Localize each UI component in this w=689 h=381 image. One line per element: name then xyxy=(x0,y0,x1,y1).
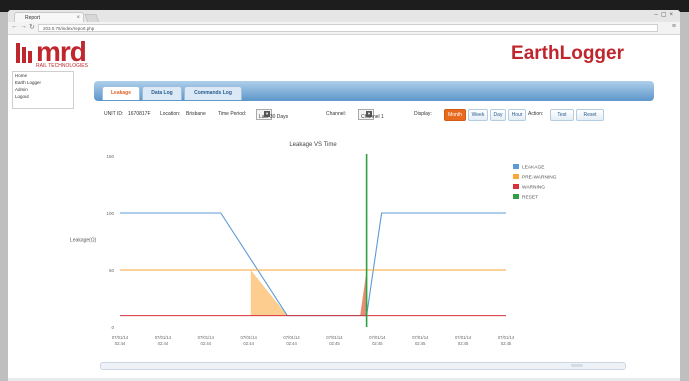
page-content: mrd RAIL TECHNOLOGIES EarthLogger Home E… xyxy=(8,35,680,381)
x-tick-label: 07/01/14 xyxy=(326,335,343,340)
chevron-down-icon: ▼ xyxy=(366,111,372,117)
x-tick-label-time: 02:45 xyxy=(372,341,383,346)
browser-tab[interactable]: Report × xyxy=(14,12,84,22)
display-month-button[interactable]: Month xyxy=(444,109,466,121)
x-tick-label-time: 02:44 xyxy=(158,341,169,346)
filter-controls: UNIT ID: 1670817F Location: Brisbane Tim… xyxy=(104,107,664,121)
legend-label: WARNING xyxy=(522,185,545,191)
chart-scrollbar[interactable] xyxy=(100,362,626,370)
y-axis-label: Leakage(Ω) xyxy=(70,238,97,244)
logo-wordmark: mrd xyxy=(36,36,87,67)
legend-swatch xyxy=(513,164,519,169)
series-line-leakage xyxy=(120,212,506,317)
x-tick-label-time: 02:45 xyxy=(415,341,426,346)
url-input[interactable]: 203.0.75/index/report.php xyxy=(38,24,658,32)
address-bar: ← → ↻ 203.0.75/index/report.php ≡ xyxy=(8,22,680,35)
back-icon[interactable]: ← xyxy=(11,23,18,30)
time-period-label: Time Period: xyxy=(218,111,247,117)
x-tick-label-time: 02:45 xyxy=(501,341,512,346)
logo-arch-icon xyxy=(16,43,32,63)
action-label: Action: xyxy=(528,111,544,117)
x-tick-label-time: 02:44 xyxy=(115,341,126,346)
legend-label: RESET xyxy=(522,195,538,201)
sidebar-item-earth-logger[interactable]: Earth Logger xyxy=(13,79,73,86)
x-tick-label: 07/01/14 xyxy=(498,335,515,340)
legend-swatch xyxy=(513,174,519,179)
reload-icon[interactable]: ↻ xyxy=(29,23,35,31)
sidebar-item-home[interactable]: Home xyxy=(13,72,73,79)
y-tick-label: 150 xyxy=(106,154,114,159)
tab-commands-log[interactable]: Commands Log xyxy=(184,86,242,100)
tab-bar: Report × –▢× xyxy=(8,10,680,23)
sidebar-item-logout[interactable]: Logout xyxy=(13,93,73,100)
tab-panel-header: Leakage Data Log Commands Log xyxy=(94,81,654,101)
test-button[interactable]: Test xyxy=(550,109,574,121)
shaded-region-pre-warning xyxy=(250,270,303,316)
unit-id-value: 1670817F xyxy=(128,111,151,117)
channel-value: Channel 1 xyxy=(361,114,384,120)
time-period-select[interactable]: Last 30 Days ▼ xyxy=(256,109,288,120)
sidebar-menu: Home Earth Logger Admin Logout xyxy=(12,71,74,109)
x-tick-label: 07/01/14 xyxy=(155,335,172,340)
display-day-button[interactable]: Day xyxy=(490,109,506,121)
location-label: Location: xyxy=(160,111,181,117)
x-tick-label-time: 02:44 xyxy=(243,341,254,346)
x-tick-label: 07/01/14 xyxy=(369,335,386,340)
display-label: Display: xyxy=(414,111,432,117)
leakage-chart: Leakage VS Time050100150Leakage(Ω)Time07… xyxy=(70,142,557,372)
channel-label: Channel: xyxy=(326,111,347,117)
channel-select[interactable]: Channel 1 ▼ xyxy=(358,109,384,120)
tab-title: Report xyxy=(25,15,41,21)
display-hour-button[interactable]: Hour xyxy=(508,109,526,121)
x-tick-label: 07/01/14 xyxy=(455,335,472,340)
legend-swatch xyxy=(513,194,519,199)
x-tick-label-time: 02:44 xyxy=(286,341,297,346)
x-tick-label-time: 02:45 xyxy=(458,341,469,346)
tab-data-log[interactable]: Data Log xyxy=(142,86,182,100)
chart-title: Leakage VS Time xyxy=(289,142,337,148)
shaded-region-warning xyxy=(302,270,367,316)
x-tick-label-time: 02:45 xyxy=(329,341,340,346)
menu-icon[interactable]: ≡ xyxy=(672,23,676,30)
x-tick-label-time: 02:44 xyxy=(201,341,212,346)
unit-id-label: UNIT ID: xyxy=(104,111,124,117)
y-tick-label: 100 xyxy=(106,211,114,216)
logo-subtitle: RAIL TECHNOLOGIES xyxy=(36,63,88,69)
legend-swatch xyxy=(513,184,519,189)
window-controls[interactable]: –▢× xyxy=(654,11,676,18)
scrollbar-thumb[interactable] xyxy=(571,364,583,367)
x-tick-label: 07/01/14 xyxy=(241,335,258,340)
browser-window: Report × –▢× ← → ↻ 203.0.75/index/report… xyxy=(8,10,680,381)
x-tick-label: 07/01/14 xyxy=(112,335,129,340)
forward-icon[interactable]: → xyxy=(20,23,27,30)
brand-title: EarthLogger xyxy=(511,43,624,64)
reset-button[interactable]: Reset xyxy=(576,109,604,121)
location-value: Brisbane xyxy=(186,111,206,117)
y-tick-label: 50 xyxy=(109,268,115,273)
x-tick-label: 07/01/14 xyxy=(283,335,300,340)
sidebar-item-admin[interactable]: Admin xyxy=(13,86,73,93)
legend-label: LEAKAGE xyxy=(522,165,544,171)
y-tick-label: 0 xyxy=(111,325,114,330)
display-week-button[interactable]: Week xyxy=(468,109,488,121)
mrd-logo: mrd RAIL TECHNOLOGIES xyxy=(14,38,88,69)
legend-label: PRE-WARNING xyxy=(522,175,557,181)
tab-leakage[interactable]: Leakage xyxy=(102,86,140,100)
x-tick-label: 07/01/14 xyxy=(412,335,429,340)
chevron-down-icon: ▼ xyxy=(264,111,270,117)
x-tick-label: 07/01/14 xyxy=(198,335,215,340)
